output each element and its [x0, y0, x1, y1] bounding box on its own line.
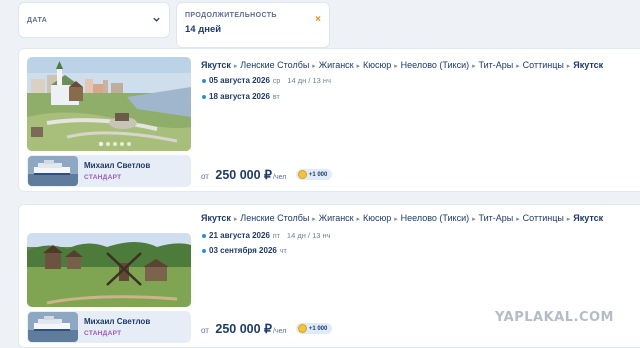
route-separator: ▸ [354, 216, 363, 223]
route-stop: Ленские Столбы [240, 213, 310, 223]
price-value: 250 000 ₽ [215, 322, 273, 336]
route-separator: ▸ [564, 216, 573, 223]
route-separator: ▸ [310, 63, 318, 70]
end-weekday: вт [272, 94, 280, 101]
duration-text: 14 дн / 13 нч [286, 231, 331, 240]
coin-icon [297, 324, 307, 334]
close-icon[interactable]: × [315, 15, 321, 25]
route-stop: Якутск [573, 60, 604, 70]
route-separator: ▸ [231, 216, 240, 223]
route-separator: ▸ [231, 63, 240, 70]
route-separator: ▸ [470, 216, 478, 223]
ship-image [28, 312, 78, 342]
bonus-value: +1 000 [308, 172, 328, 179]
route-separator: ▸ [564, 63, 573, 70]
route-stop: Кюсюр [363, 60, 392, 70]
route-stop: Ленские Столбы [240, 60, 310, 70]
route-stop: Тит-Ары [478, 213, 514, 223]
duration-filter[interactable]: ПРОДОЛЖИТЕЛЬНОСТЬ 14 дней × [176, 2, 330, 48]
ship-name[interactable]: Михаил Светлов [84, 161, 150, 170]
bonus-badge: +1 000 [295, 169, 333, 181]
cruise-photo[interactable] [27, 57, 191, 151]
route-stop: Тит-Ары [478, 60, 514, 70]
route-separator: ▸ [514, 216, 522, 223]
pager-dot[interactable] [99, 142, 103, 146]
route-separator: ▸ [354, 63, 363, 70]
ship-class-badge: СТАНДАРТ [84, 330, 122, 337]
duration-filter-value: 14 дней [185, 24, 222, 35]
duration-text: 14 дн / 13 нч [287, 76, 331, 85]
date-dot-icon [202, 94, 206, 99]
price-prefix: от [201, 172, 209, 181]
date-filter-label: ДАТА [27, 17, 48, 24]
route-stop: Жиганск [318, 213, 354, 223]
pager-dot[interactable] [127, 142, 131, 146]
ship-info[interactable]: Михаил Светлов СТАНДАРТ [27, 155, 191, 187]
route-stop: Якутск [201, 60, 231, 70]
route-stop: Неелово (Тикси) [400, 213, 470, 223]
route-separator: ▸ [392, 63, 400, 70]
route-separator: ▸ [470, 63, 478, 70]
ship-info[interactable]: Михаил Светлов СТАНДАРТ [27, 311, 191, 343]
filters-bar: ДАТА ПРОДОЛЖИТЕЛЬНОСТЬ 14 дней × [18, 2, 330, 48]
route-stop: Якутск [573, 213, 604, 223]
price-unit: /чел [273, 174, 287, 181]
route-separator: ▸ [392, 216, 400, 223]
route-stop: Кюсюр [363, 213, 392, 223]
end-date-row: 03 сентября 2026 чт [202, 246, 287, 255]
cruise-card[interactable]: Михаил Светлов СТАНДАРТ Якутск ▸ Ленские… [18, 204, 640, 348]
route-list: Якутск ▸ Ленские Столбы ▸ Жиганск ▸ Кюсю… [201, 213, 603, 223]
start-date-row: 05 августа 2026 ср 14 дн / 13 нч [202, 76, 331, 85]
photo-pager[interactable] [99, 142, 131, 146]
route-stop: Неелово (Тикси) [400, 60, 470, 70]
ship-thumbnail [28, 156, 78, 186]
start-date-row: 21 августа 2026 пт 14 дн / 13 нч [202, 231, 331, 240]
price-unit: /чел [273, 328, 287, 335]
start-date: 05 августа 2026 [209, 76, 270, 85]
pager-dot[interactable] [106, 142, 110, 146]
ship-name[interactable]: Михаил Светлов [84, 317, 150, 326]
end-weekday: чт [279, 248, 287, 255]
price-block: от 250 000 ₽/чел +1 000 [201, 166, 333, 184]
pager-dot[interactable] [120, 142, 124, 146]
route-stop: Соттинцы [522, 60, 564, 70]
town-photo-image [27, 57, 191, 151]
date-dot-icon [202, 233, 206, 238]
start-weekday: ср [272, 78, 281, 85]
price-value: 250 000 ₽ [215, 168, 273, 182]
bonus-badge: +1 000 [295, 323, 333, 335]
date-dot-icon [202, 78, 206, 83]
start-date: 21 августа 2026 [209, 231, 270, 240]
end-date: 18 августа 2026 [209, 92, 270, 101]
bonus-value: +1 000 [308, 326, 328, 333]
duration-filter-label: ПРОДОЛЖИТЕЛЬНОСТЬ [185, 12, 277, 19]
coin-icon [297, 170, 307, 180]
cruise-card[interactable]: Михаил Светлов СТАНДАРТ Якутск ▸ Ленские… [18, 48, 640, 192]
price-prefix: от [201, 326, 209, 335]
price-block: от 250 000 ₽/чел +1 000 [201, 320, 333, 338]
ship-thumbnail [28, 312, 78, 342]
route-stop: Жиганск [318, 60, 354, 70]
pager-dot[interactable] [113, 142, 117, 146]
ship-image [28, 156, 78, 186]
chevron-down-icon [153, 17, 160, 22]
windmill-photo-image [27, 233, 191, 307]
route-separator: ▸ [514, 63, 522, 70]
route-stop: Соттинцы [522, 213, 564, 223]
date-dot-icon [202, 248, 206, 253]
route-separator: ▸ [310, 216, 318, 223]
ship-class-badge: СТАНДАРТ [84, 174, 122, 181]
route-list: Якутск ▸ Ленские Столбы ▸ Жиганск ▸ Кюсю… [201, 60, 603, 70]
end-date: 03 сентября 2026 [209, 246, 277, 255]
route-stop: Якутск [201, 213, 231, 223]
start-weekday: пт [272, 233, 280, 240]
end-date-row: 18 августа 2026 вт [202, 92, 280, 101]
watermark: YAPLAKAL.COM [495, 310, 614, 325]
cruise-photo[interactable] [27, 233, 191, 307]
date-filter[interactable]: ДАТА [18, 2, 170, 38]
